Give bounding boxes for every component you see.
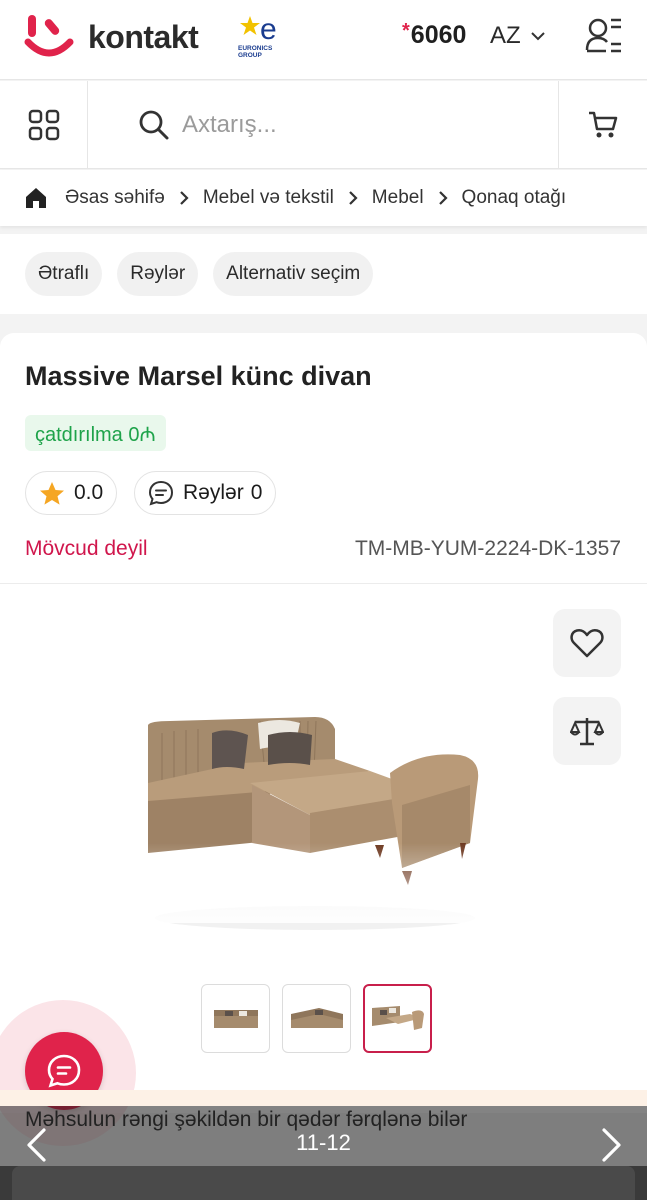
heart-icon	[570, 629, 604, 658]
product-sku: TM-MB-YUM-2224-DK-1357	[354, 537, 621, 560]
reviews-pill[interactable]: Rəylər 0	[134, 471, 277, 515]
product-card: Massive Marsel künc divan çatdırılma 0₼ …	[0, 333, 647, 1113]
chevron-right-icon	[348, 190, 358, 206]
product-main-image[interactable]	[140, 693, 490, 943]
cart-button[interactable]	[558, 81, 647, 169]
section-tabs: Ətraflı Rəylər Alternativ seçim	[0, 234, 647, 314]
favorite-button[interactable]	[553, 609, 621, 677]
breadcrumb-item-home[interactable]: Əsas səhifə	[65, 187, 165, 209]
euronics-logo: e EURONICS GROUP	[238, 12, 290, 60]
gallery-panel	[12, 1166, 635, 1200]
chevron-down-icon	[530, 32, 545, 41]
chat-bubble-icon	[148, 480, 174, 506]
arrow-left-icon	[27, 1128, 46, 1162]
arrow-right-icon	[602, 1128, 621, 1162]
gallery-next-button[interactable]	[596, 1124, 628, 1166]
euronics-text: EURONICS GROUP	[238, 45, 273, 59]
chevron-right-icon	[179, 190, 189, 206]
star-icon	[39, 481, 65, 506]
breadcrumb-item-furniture[interactable]: Mebel	[372, 187, 424, 209]
gallery-counter: 11-12	[296, 1130, 351, 1155]
tab-alternatives[interactable]: Alternativ seçim	[213, 252, 374, 296]
hotline-number[interactable]: *6060	[402, 20, 466, 50]
tab-details[interactable]: Ətraflı	[25, 252, 103, 296]
search-icon	[139, 110, 169, 140]
chevron-right-icon	[438, 190, 448, 206]
user-menu-button[interactable]	[584, 14, 624, 58]
notice-strip	[0, 1090, 647, 1106]
top-header: kontakt e EURONICS GROUP *6060 AZ	[0, 0, 647, 80]
search-bar-row	[0, 81, 647, 169]
cart-icon	[589, 111, 618, 138]
tab-reviews[interactable]: Rəylər	[117, 252, 199, 296]
kontakt-logo-icon	[24, 15, 74, 57]
breadcrumb: Əsas səhifə Mebel və tekstil Mebel Qonaq…	[0, 170, 647, 226]
hotline-star: *	[402, 20, 410, 42]
product-page: kontakt e EURONICS GROUP *6060 AZ Axtarı…	[0, 0, 647, 1200]
search-input[interactable]	[182, 111, 522, 139]
search-box[interactable]	[138, 103, 538, 147]
hotline-digits: 6060	[410, 21, 467, 49]
chat-icon	[47, 1054, 81, 1088]
reviews-label: Rəylər	[183, 481, 244, 504]
kontakt-logo[interactable]: kontakt	[24, 12, 199, 62]
thumbnail-1[interactable]	[201, 984, 270, 1053]
availability-status: Mövcud deyil	[25, 537, 148, 560]
color-notice: Məhsulun rəngi şəkildən bir qədər fərqlə…	[25, 1108, 468, 1131]
catalog-menu-button[interactable]	[0, 81, 88, 169]
breadcrumb-item-furniture-textile[interactable]: Mebel və tekstil	[203, 187, 334, 209]
compare-button[interactable]	[553, 697, 621, 765]
grid-menu-icon	[28, 109, 59, 141]
image-thumbnails	[201, 984, 444, 1053]
reviews-count: 0	[250, 481, 263, 504]
gallery-prev-button[interactable]	[20, 1124, 52, 1166]
product-title: Massive Marsel künc divan	[25, 361, 372, 391]
svg-text:e: e	[260, 13, 277, 46]
card-divider	[0, 583, 647, 584]
language-selector[interactable]: AZ	[490, 22, 545, 50]
home-icon	[26, 188, 46, 208]
rating-pill[interactable]: 0.0	[25, 471, 118, 515]
breadcrumb-item-living-room[interactable]: Qonaq otağı	[462, 187, 567, 209]
logo-text: kontakt	[88, 18, 199, 55]
breadcrumb-home[interactable]	[25, 187, 47, 209]
thumbnail-2[interactable]	[282, 984, 351, 1053]
user-menu-icon	[585, 18, 621, 53]
delivery-badge: çatdırılma 0₼	[25, 415, 166, 451]
euronics-logo-icon: e	[240, 13, 277, 46]
language-label: AZ	[490, 22, 521, 49]
compare-scale-icon	[570, 718, 604, 746]
rating-value: 0.0	[74, 481, 104, 504]
thumbnail-3[interactable]	[363, 984, 432, 1053]
